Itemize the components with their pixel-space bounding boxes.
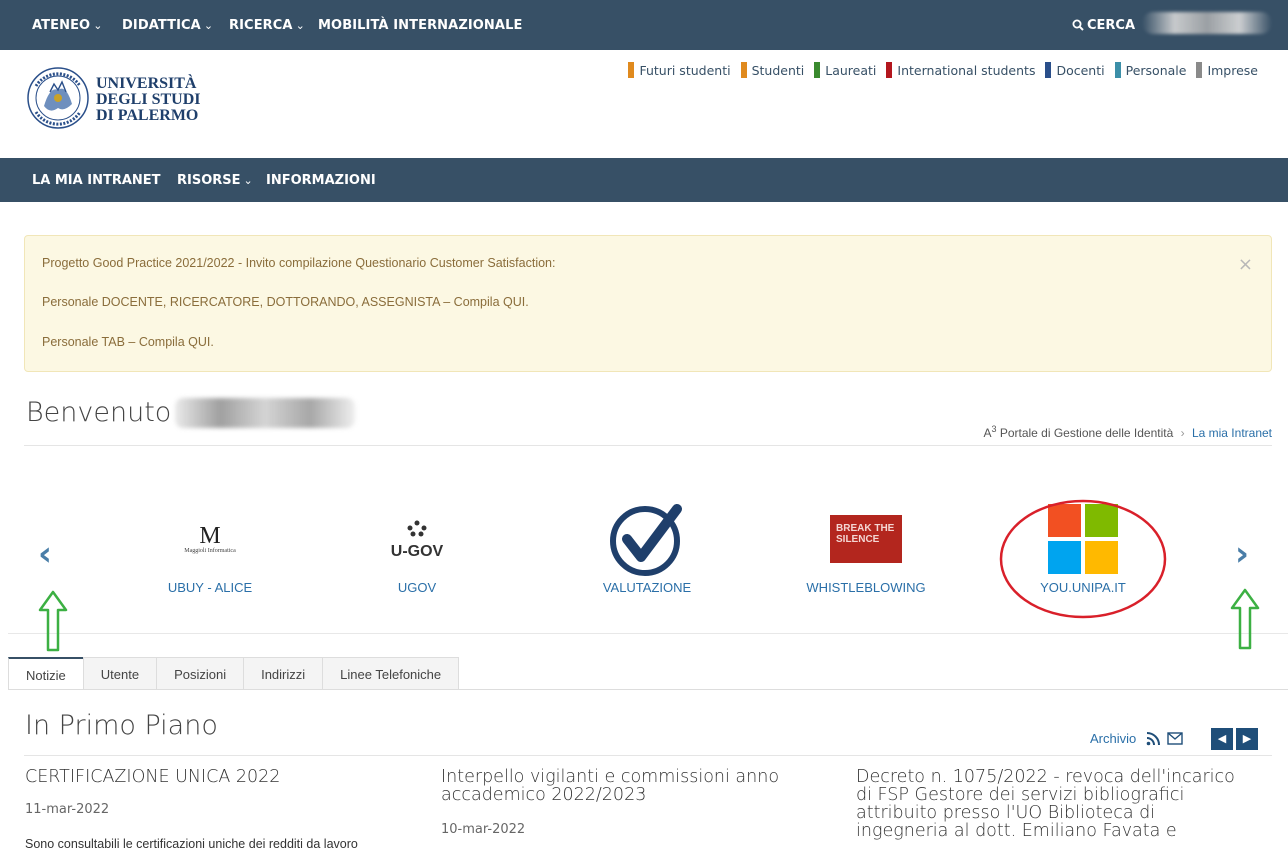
subnav-informazioni[interactable]: INFORMAZIONI	[266, 173, 376, 188]
green-arrow-annotation	[38, 590, 68, 652]
news-prev-button[interactable]: ◀	[1211, 728, 1233, 750]
chevron-down-icon: ⌄	[203, 19, 214, 32]
divider	[8, 633, 1288, 634]
search-button[interactable]: CERCA	[1072, 18, 1135, 33]
intranet-navigation-bar: LA MIA INTRANET RISORSE ⌄ INFORMAZIONI	[0, 158, 1288, 202]
breadcrumb: A3 Portale di Gestione delle Identità › …	[983, 424, 1272, 440]
breadcrumb-portal[interactable]: A3 Portale di Gestione delle Identità	[983, 424, 1173, 440]
archive-link[interactable]: Archivio	[1090, 731, 1136, 746]
user-name-redacted	[175, 398, 355, 428]
alert-line[interactable]: Personale TAB – Compila QUI.	[42, 335, 214, 349]
red-circle-annotation	[999, 499, 1167, 619]
alert-line: Progetto Good Practice 2021/2022 - Invit…	[42, 256, 556, 270]
news-item[interactable]: Decreto n. 1075/2022 - revoca dell'incar…	[856, 768, 1256, 840]
user-name-redacted	[1142, 12, 1272, 34]
tab-linee-telefoniche[interactable]: Linee Telefoniche	[322, 657, 460, 690]
top-navigation-bar: ATENEO ⌄ DIDATTICA ⌄ RICERCA ⌄ MOBILITÀ INT…	[0, 0, 1288, 50]
ugov-logo-icon: U-GOV	[332, 500, 502, 578]
app-tile-ubuy-alice[interactable]: M Maggioli Informatica UBUY - ALICE	[125, 500, 295, 595]
divider	[24, 755, 1272, 756]
maggioli-logo-icon: M Maggioli Informatica	[184, 523, 236, 554]
app-tile-valutazione[interactable]: VALUTAZIONE	[562, 500, 732, 595]
search-icon	[1072, 19, 1084, 31]
chevron-down-icon: ⌄	[243, 174, 253, 187]
audience-link-studenti[interactable]: Studenti	[740, 62, 804, 78]
rss-icon[interactable]	[1146, 732, 1160, 746]
university-seal-logo[interactable]	[26, 62, 90, 134]
chevron-down-icon: ⌄	[295, 19, 305, 32]
close-icon[interactable]: ×	[1238, 254, 1253, 275]
audience-links: Futuri studenti Studenti Laureati Intern…	[628, 62, 1258, 78]
chevron-down-icon: ⌄	[93, 19, 103, 32]
carousel-next-button[interactable]: ›	[1235, 537, 1249, 571]
caret-left-icon: ◀	[1217, 733, 1227, 745]
alert-line[interactable]: Personale DOCENTE, RICERCATORE, DOTTORAN…	[42, 295, 529, 309]
announcement-alert: Progetto Good Practice 2021/2022 - Invit…	[24, 235, 1272, 372]
nav-ricerca[interactable]: RICERCA ⌄	[229, 18, 305, 33]
nav-didattica[interactable]: DIDATTICA ⌄	[122, 18, 213, 33]
tab-indirizzi[interactable]: Indirizzi	[243, 657, 324, 690]
news-section-title: In Primo Piano	[25, 710, 218, 741]
divider	[8, 689, 1288, 690]
audience-link-docenti[interactable]: Docenti	[1045, 62, 1105, 78]
divider	[24, 445, 1272, 446]
carousel-prev-button[interactable]: ‹	[38, 537, 52, 571]
mail-icon[interactable]	[1167, 732, 1183, 745]
tab-notizie[interactable]: Notizie	[8, 657, 84, 690]
nav-mobilita-internazionale[interactable]: MOBILITÀ INTERNAZIONALE	[318, 18, 522, 33]
subnav-risorse[interactable]: RISORSE ⌄	[177, 173, 253, 188]
news-item[interactable]: CERTIFICAZIONE UNICA 2022 11-mar-2022 So…	[25, 768, 425, 851]
tab-utente[interactable]: Utente	[82, 657, 158, 690]
tab-posizioni[interactable]: Posizioni	[156, 657, 245, 690]
audience-link-futuri-studenti[interactable]: Futuri studenti	[628, 62, 731, 78]
breadcrumb-current[interactable]: La mia Intranet	[1192, 426, 1272, 440]
profile-tabs: Notizie Utente Posizioni Indirizzi Linee…	[8, 657, 460, 690]
audience-link-personale[interactable]: Personale	[1114, 62, 1186, 78]
university-name[interactable]: UNIVERSITÀ DEGLI STUDI DI PALERMO	[96, 76, 200, 124]
caret-right-icon: ▶	[1242, 733, 1252, 745]
audience-link-laureati[interactable]: Laureati	[814, 62, 876, 78]
green-arrow-annotation	[1230, 588, 1260, 650]
subnav-la-mia-intranet[interactable]: LA MIA INTRANET	[32, 173, 161, 188]
checkmark-icon	[562, 500, 732, 578]
whistleblowing-logo-icon: BREAK THE SILENCE	[781, 500, 951, 578]
nav-ateneo[interactable]: ATENEO ⌄	[32, 18, 103, 33]
audience-link-international-students[interactable]: International students	[886, 62, 1035, 78]
welcome-heading: Benvenuto	[26, 397, 172, 428]
app-tile-ugov[interactable]: U-GOV UGOV	[332, 500, 502, 595]
news-next-button[interactable]: ▶	[1236, 728, 1258, 750]
app-tile-whistleblowing[interactable]: BREAK THE SILENCE WHISTLEBLOWING	[781, 500, 951, 595]
news-item[interactable]: Interpello vigilanti e commissioni anno …	[441, 768, 841, 837]
audience-link-imprese[interactable]: Imprese	[1196, 62, 1258, 78]
